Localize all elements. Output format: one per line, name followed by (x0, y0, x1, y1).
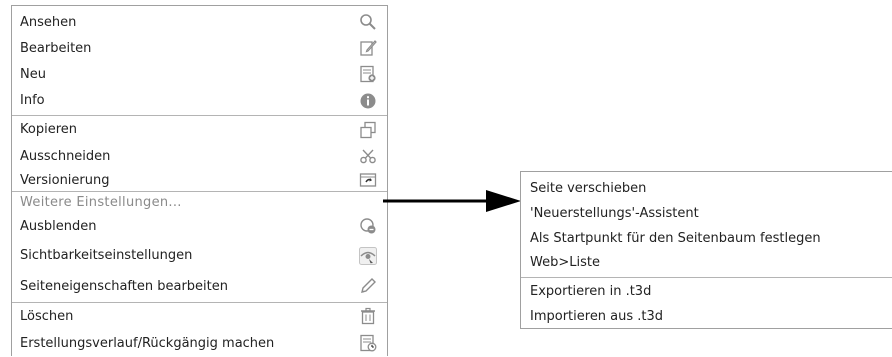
submenu-item-label: Als Startpunkt für den Seitenbaum festle… (530, 230, 821, 246)
submenu-more-settings: Seite verschieben 'Neuerstellungs'-Assis… (520, 171, 892, 329)
submenu-item-label: Seite verschieben (530, 180, 647, 196)
submenu-item-creation-wizard[interactable]: 'Neuerstellungs'-Assistent (521, 201, 892, 226)
submenu-item-import-t3d[interactable]: Importieren aus .t3d (521, 304, 892, 329)
submenu-item-export-t3d[interactable]: Exportieren in .t3d (521, 278, 892, 304)
submenu-item-web-list[interactable]: Web>Liste (521, 250, 892, 275)
submenu-item-label: Importieren aus .t3d (530, 309, 664, 324)
submenu-item-label: Web>Liste (530, 255, 600, 270)
submenu-item-move-page[interactable]: Seite verschieben (521, 176, 892, 200)
submenu-item-label: Exportieren in .t3d (530, 283, 652, 299)
submenu-item-label: 'Neuerstellungs'-Assistent (530, 206, 699, 221)
submenu-item-set-as-tree-root[interactable]: Als Startpunkt für den Seitenbaum festle… (521, 226, 892, 250)
